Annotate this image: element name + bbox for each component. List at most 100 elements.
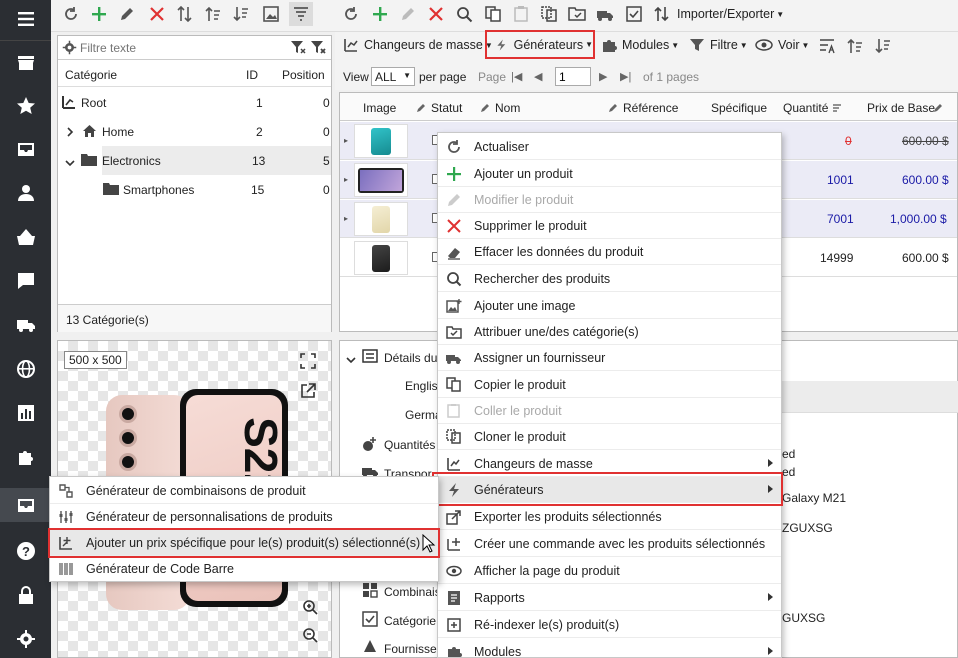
menu-item-generators[interactable]: Générateurs <box>438 477 781 503</box>
header-quantity[interactable]: Quantité <box>783 101 828 115</box>
menu-item-edit-product[interactable]: Modifier le produit <box>438 187 781 213</box>
zoom-out-icon[interactable] <box>302 627 318 646</box>
header-status[interactable]: Statut <box>431 101 462 115</box>
user-icon[interactable] <box>0 178 51 208</box>
clone-icon[interactable] <box>539 4 559 24</box>
lock-icon[interactable] <box>0 580 51 610</box>
bar-chart-icon[interactable] <box>0 398 51 428</box>
submenu-item-specific-price[interactable]: Ajouter un prix spécifique pour le(s) pr… <box>48 528 440 558</box>
import-export-button[interactable]: Importer/Exporter ▼ <box>653 4 784 24</box>
page-input[interactable] <box>555 67 591 86</box>
chevron-down-icon[interactable] <box>65 156 75 170</box>
submenu-item-customizations[interactable]: Générateur de personnalisations de produ… <box>50 504 438 530</box>
delete-icon[interactable] <box>147 4 167 24</box>
prev-page-icon[interactable]: ◀ <box>534 70 542 83</box>
view-count-select[interactable]: ALL ▼ <box>371 67 415 86</box>
basket-icon[interactable] <box>0 222 51 252</box>
tree-row-electronics[interactable]: Electronics 13 5 <box>102 146 331 175</box>
open-external-icon[interactable] <box>300 383 316 402</box>
last-page-icon[interactable]: ▶| <box>620 70 631 83</box>
menu-item-bulk-changers[interactable]: Changeurs de masse <box>438 451 781 477</box>
filter-icon[interactable] <box>290 40 306 58</box>
refresh-icon[interactable] <box>61 4 81 24</box>
inbox-active-icon[interactable] <box>0 488 51 522</box>
detail-item[interactable]: Catégorie <box>384 614 436 628</box>
truck-icon[interactable] <box>0 310 51 340</box>
menu-item-assign-category[interactable]: Attribuer une/des catégorie(s) <box>438 319 781 345</box>
add-icon[interactable] <box>370 4 390 24</box>
refresh-icon[interactable] <box>341 4 361 24</box>
filter-button[interactable]: Filtre ▼ <box>689 37 748 53</box>
menu-item-add-image[interactable]: Ajouter une image <box>438 293 781 319</box>
detail-item[interactable]: Quantités <box>384 438 435 452</box>
header-specific[interactable]: Spécifique <box>711 101 767 115</box>
puzzle-icon[interactable] <box>0 442 51 472</box>
clear-filter-icon[interactable] <box>310 40 326 58</box>
menu-item-clone-product[interactable]: Cloner le produit <box>438 424 781 450</box>
move-down-icon[interactable] <box>874 37 892 58</box>
menu-item-copy-product[interactable]: Copier le produit <box>438 372 781 398</box>
detail-item[interactable]: Fournisseu <box>384 642 443 656</box>
menu-item-search-products[interactable]: Rechercher des produits <box>438 266 781 292</box>
header-category[interactable]: Catégorie <box>65 68 117 82</box>
header-position[interactable]: Position <box>282 68 325 82</box>
sort-icon[interactable] <box>175 4 195 24</box>
fit-icon[interactable] <box>300 353 316 372</box>
header-image[interactable]: Image <box>363 101 396 115</box>
menu-item-create-order[interactable]: Créer une commande avec les produits sél… <box>438 531 781 557</box>
filter-toggle-icon[interactable] <box>289 2 313 26</box>
header-base-price[interactable]: Prix de Base <box>867 101 935 115</box>
chevron-down-icon[interactable] <box>346 353 356 367</box>
store-icon[interactable] <box>0 48 51 78</box>
menu-item-export-selected[interactable]: Exporter les produits sélectionnés <box>438 504 781 530</box>
menu-item-clear-data[interactable]: Effacer les données du produit <box>438 239 781 265</box>
detail-item[interactable]: Combinais <box>384 585 441 599</box>
menu-item-modules[interactable]: Modules <box>438 639 781 657</box>
filter-input[interactable] <box>80 39 280 56</box>
sidebar-menu-icon[interactable] <box>0 4 51 34</box>
move-up-icon[interactable] <box>846 37 864 58</box>
chat-icon[interactable] <box>0 266 51 296</box>
menu-item-paste-product[interactable]: Coller le produit <box>438 398 781 424</box>
chevron-right-icon[interactable] <box>66 126 74 140</box>
gear-icon[interactable] <box>0 624 51 654</box>
zoom-in-icon[interactable] <box>302 599 318 618</box>
star-icon[interactable] <box>0 91 51 121</box>
copy-icon[interactable] <box>483 4 503 24</box>
menu-item-delete-product[interactable]: Supprimer le produit <box>438 213 781 239</box>
text-format-icon[interactable] <box>818 37 836 58</box>
tree-row-root[interactable]: Root 1 0 <box>58 88 331 117</box>
menu-item-refresh[interactable]: Actualiser <box>438 134 781 160</box>
search-icon[interactable] <box>454 4 474 24</box>
generators-button[interactable]: Générateurs ▼ <box>485 30 595 59</box>
menu-item-add-product[interactable]: Ajouter un produit <box>438 161 781 187</box>
submenu-item-combinations[interactable]: Générateur de combinaisons de produit <box>50 478 438 504</box>
edit-icon[interactable] <box>117 4 137 24</box>
view-button[interactable]: Voir ▼ <box>755 37 809 53</box>
image-edit-icon[interactable] <box>261 4 281 24</box>
bulk-changers-button[interactable]: Changeurs de masse ▼ <box>343 37 493 53</box>
assign-supplier-icon[interactable] <box>595 4 615 24</box>
gear-icon[interactable] <box>62 40 77 58</box>
header-reference[interactable]: Référence <box>623 101 678 115</box>
tree-row-smartphones[interactable]: Smartphones 15 0 <box>58 175 331 204</box>
modules-button[interactable]: Modules ▼ <box>601 37 679 53</box>
add-icon[interactable] <box>89 4 109 24</box>
inbox-icon[interactable] <box>0 134 51 164</box>
paste-icon[interactable] <box>511 4 531 24</box>
first-page-icon[interactable]: |◀ <box>511 70 522 83</box>
header-name[interactable]: Nom <box>495 101 520 115</box>
menu-item-reports[interactable]: Rapports <box>438 585 781 611</box>
move-up-icon[interactable] <box>203 4 223 24</box>
globe-icon[interactable] <box>0 354 51 384</box>
submenu-item-barcode[interactable]: Générateur de Code Barre <box>50 556 438 582</box>
assign-category-icon[interactable] <box>567 4 587 24</box>
menu-item-assign-supplier[interactable]: Assigner un fournisseur <box>438 345 781 371</box>
menu-item-show-product-page[interactable]: Afficher la page du produit <box>438 558 781 584</box>
check-icon[interactable] <box>624 4 644 24</box>
delete-icon[interactable] <box>426 4 446 24</box>
next-page-icon[interactable]: ▶ <box>599 70 607 83</box>
header-id[interactable]: ID <box>246 68 258 82</box>
menu-item-reindex[interactable]: Ré-indexer le(s) produit(s) <box>438 612 781 638</box>
help-icon[interactable]: ? <box>0 536 51 566</box>
